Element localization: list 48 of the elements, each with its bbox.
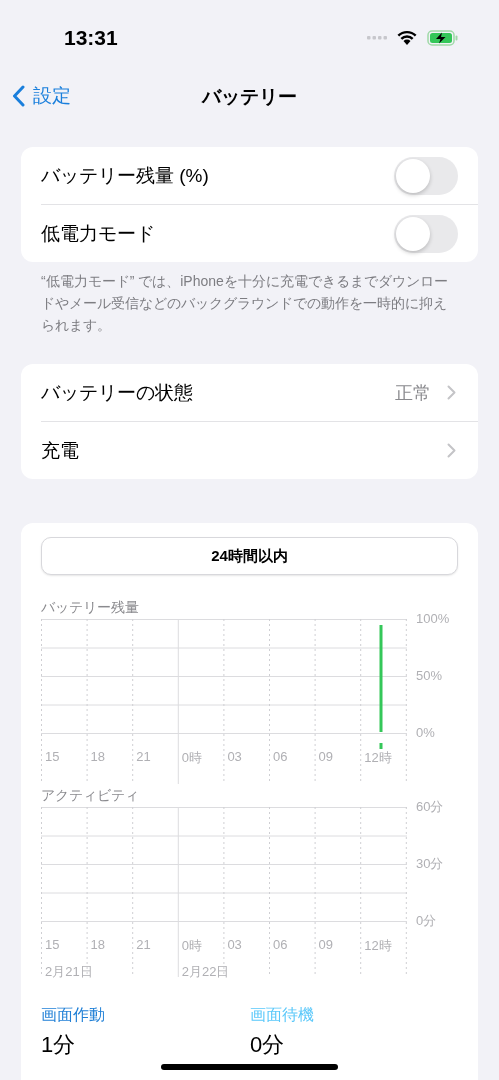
wifi-icon bbox=[397, 30, 417, 45]
cellular-signal-icon bbox=[367, 35, 387, 40]
stat-value: 1分 bbox=[41, 1031, 77, 1059]
chart-title: アクティビティ bbox=[41, 787, 139, 805]
axis-label: 18 bbox=[89, 749, 107, 766]
setting-label: バッテリー残量 (%) bbox=[41, 163, 209, 188]
axis-label: 12時 bbox=[363, 937, 393, 955]
range-button[interactable]: 24時間以内 bbox=[41, 537, 458, 575]
date-label: 2月21日 bbox=[44, 963, 94, 981]
axis-label: 30分 bbox=[416, 857, 444, 871]
status-value: 正常 bbox=[395, 381, 431, 405]
axis-label: 21 bbox=[135, 937, 152, 954]
date-label: 2月22日 bbox=[180, 963, 231, 981]
settings-row[interactable]: 充電 bbox=[41, 421, 478, 479]
footnote-text: “低電力モード” では、iPhoneを十分に充電できるまでダウンロードやメール受信などのバックグラウンドでの動作を一時的に抑えられます。 bbox=[41, 272, 449, 335]
setting-label: 低電力モード bbox=[41, 221, 155, 246]
axis-label: 03 bbox=[226, 937, 243, 954]
axis-label: 0時 bbox=[180, 749, 203, 767]
axis-label: 0時 bbox=[180, 937, 203, 955]
axis-label: 0% bbox=[416, 726, 436, 740]
stat-value: 0分 bbox=[250, 1031, 286, 1059]
axis-label: 50% bbox=[416, 669, 444, 683]
status-time: 13:31 bbox=[64, 25, 118, 50]
axis-label: 09 bbox=[317, 749, 335, 766]
axis-label: 12時 bbox=[363, 749, 393, 767]
axis-label: 100% bbox=[416, 612, 450, 626]
axis-label: 06 bbox=[271, 937, 289, 954]
back-button[interactable]: 設定 bbox=[12, 83, 71, 109]
toggle-switch[interactable] bbox=[394, 156, 458, 195]
axis-label: 21 bbox=[135, 749, 152, 766]
axis-label: 15 bbox=[44, 937, 61, 954]
settings-row[interactable]: バッテリーの状態 正常 bbox=[41, 364, 478, 421]
axis-label: 06 bbox=[271, 749, 289, 766]
axis-label: 18 bbox=[89, 937, 107, 954]
page-title: バッテリー bbox=[202, 85, 297, 109]
axis-label: 0分 bbox=[416, 914, 438, 928]
chevron-right-icon bbox=[447, 385, 456, 400]
axis-label: 15 bbox=[44, 749, 61, 766]
axis-label: 03 bbox=[226, 749, 243, 766]
chevron-right-icon bbox=[447, 443, 456, 458]
axis-label: 09 bbox=[317, 937, 335, 954]
chevron-left-icon bbox=[12, 85, 25, 107]
chart-title: バッテリー残量 bbox=[41, 599, 139, 617]
stat-label: 画面作動 bbox=[41, 1005, 106, 1025]
axis-label: 60分 bbox=[416, 800, 444, 814]
toggle-switch[interactable] bbox=[394, 214, 458, 253]
stat-label: 画面待機 bbox=[250, 1005, 315, 1025]
battery-charging-icon bbox=[427, 29, 459, 46]
